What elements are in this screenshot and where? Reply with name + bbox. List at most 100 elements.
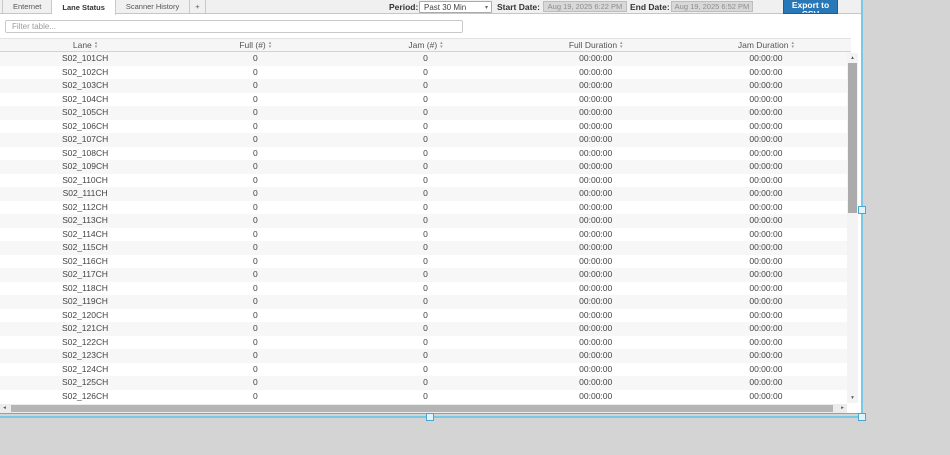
cell-jam-duration: 00:00:00 <box>681 79 851 93</box>
table-row[interactable]: S02_105CH0000:00:0000:00:00 <box>0 106 851 120</box>
cell-jam: 0 <box>340 309 510 323</box>
table-row[interactable]: S02_121CH0000:00:0000:00:00 <box>0 322 851 336</box>
table-row[interactable]: S02_124CH0000:00:0000:00:00 <box>0 363 851 377</box>
export-csv-button-line2: CSV <box>784 9 837 14</box>
table-row[interactable]: S02_119CH0000:00:0000:00:00 <box>0 295 851 309</box>
table-row[interactable]: S02_118CH0000:00:0000:00:00 <box>0 282 851 296</box>
cell-full-duration: 00:00:00 <box>511 187 681 201</box>
cell-lane: S02_124CH <box>0 363 170 377</box>
table-row[interactable]: S02_106CH0000:00:0000:00:00 <box>0 120 851 134</box>
cell-jam-duration: 00:00:00 <box>681 322 851 336</box>
cell-full-duration: 00:00:00 <box>511 376 681 390</box>
cell-full-duration: 00:00:00 <box>511 268 681 282</box>
table-row[interactable]: S02_111CH0000:00:0000:00:00 <box>0 187 851 201</box>
horizontal-scrollbar-thumb[interactable] <box>11 405 833 412</box>
cell-full: 0 <box>170 106 340 120</box>
cell-jam-duration: 00:00:00 <box>681 160 851 174</box>
cell-lane: S02_123CH <box>0 349 170 363</box>
cell-jam-duration: 00:00:00 <box>681 174 851 188</box>
table-row[interactable]: S02_103CH0000:00:0000:00:00 <box>0 79 851 93</box>
column-header-full-duration[interactable]: Full Duration▴▾ <box>511 39 681 51</box>
table-row[interactable]: S02_125CH0000:00:0000:00:00 <box>0 376 851 390</box>
cell-jam: 0 <box>340 282 510 296</box>
start-date-field[interactable]: Aug 19, 2025 6:22 PM <box>543 1 627 12</box>
cell-full-duration: 00:00:00 <box>511 309 681 323</box>
cell-jam-duration: 00:00:00 <box>681 52 851 66</box>
table-body: S02_101CH0000:00:0000:00:00S02_102CH0000… <box>0 52 851 403</box>
cell-jam-duration: 00:00:00 <box>681 376 851 390</box>
table-row[interactable]: S02_112CH0000:00:0000:00:00 <box>0 201 851 215</box>
export-csv-button[interactable]: Export to CSV <box>783 0 838 14</box>
resize-handle-right[interactable] <box>858 206 866 214</box>
table-row[interactable]: S02_123CH0000:00:0000:00:00 <box>0 349 851 363</box>
table-row[interactable]: S02_102CH0000:00:0000:00:00 <box>0 66 851 80</box>
sort-icon: ▴▾ <box>791 41 794 49</box>
scroll-left-arrow-icon[interactable]: ◂ <box>0 404 9 413</box>
cell-jam: 0 <box>340 187 510 201</box>
resize-handle-bottom[interactable] <box>426 413 434 421</box>
start-date-label: Start Date: <box>497 2 540 12</box>
column-header-full-[interactable]: Full (#)▴▾ <box>170 39 340 51</box>
tab-add[interactable]: + <box>190 0 205 13</box>
end-date-label: End Date: <box>630 2 670 12</box>
cell-jam: 0 <box>340 120 510 134</box>
table-row[interactable]: S02_126CH0000:00:0000:00:00 <box>0 390 851 404</box>
table-header: Lane▴▾Full (#)▴▾Jam (#)▴▾Full Duration▴▾… <box>0 38 851 52</box>
cell-lane: S02_113CH <box>0 214 170 228</box>
scroll-right-arrow-icon[interactable]: ▸ <box>838 404 847 413</box>
table-row[interactable]: S02_107CH0000:00:0000:00:00 <box>0 133 851 147</box>
vertical-scrollbar-thumb[interactable] <box>848 63 857 213</box>
horizontal-scrollbar[interactable]: ◂ ▸ <box>0 404 847 413</box>
cell-full: 0 <box>170 363 340 377</box>
tab-enternet[interactable]: Enternet <box>2 0 52 13</box>
table-row[interactable]: S02_109CH0000:00:0000:00:00 <box>0 160 851 174</box>
column-header-label: Full Duration <box>569 40 617 50</box>
cell-jam-duration: 00:00:00 <box>681 363 851 377</box>
cell-full: 0 <box>170 201 340 215</box>
vertical-scrollbar[interactable]: ▴ ▾ <box>847 53 858 403</box>
scroll-up-arrow-icon[interactable]: ▴ <box>847 53 858 63</box>
table-row[interactable]: S02_108CH0000:00:0000:00:00 <box>0 147 851 161</box>
cell-full: 0 <box>170 282 340 296</box>
table-row[interactable]: S02_104CH0000:00:0000:00:00 <box>0 93 851 107</box>
table-row[interactable]: S02_110CH0000:00:0000:00:00 <box>0 174 851 188</box>
cell-lane: S02_118CH <box>0 282 170 296</box>
cell-lane: S02_105CH <box>0 106 170 120</box>
cell-jam-duration: 00:00:00 <box>681 133 851 147</box>
table-row[interactable]: S02_122CH0000:00:0000:00:00 <box>0 336 851 350</box>
cell-full-duration: 00:00:00 <box>511 390 681 404</box>
resize-handle-corner[interactable] <box>858 413 866 421</box>
cell-lane: S02_115CH <box>0 241 170 255</box>
table-row[interactable]: S02_116CH0000:00:0000:00:00 <box>0 255 851 269</box>
cell-full-duration: 00:00:00 <box>511 174 681 188</box>
column-header-jam-duration[interactable]: Jam Duration▴▾ <box>681 39 851 51</box>
cell-full: 0 <box>170 147 340 161</box>
period-dropdown[interactable]: Past 30 Min ▾ <box>419 1 492 13</box>
table-row[interactable]: S02_117CH0000:00:0000:00:00 <box>0 268 851 282</box>
cell-jam-duration: 00:00:00 <box>681 187 851 201</box>
table-row[interactable]: S02_115CH0000:00:0000:00:00 <box>0 241 851 255</box>
end-date-field[interactable]: Aug 19, 2025 6:52 PM <box>671 1 753 12</box>
table-row[interactable]: S02_120CH0000:00:0000:00:00 <box>0 309 851 323</box>
column-header-lane[interactable]: Lane▴▾ <box>0 39 170 51</box>
column-header-jam-[interactable]: Jam (#)▴▾ <box>340 39 510 51</box>
cell-jam: 0 <box>340 255 510 269</box>
cell-jam-duration: 00:00:00 <box>681 147 851 161</box>
cell-jam-duration: 00:00:00 <box>681 336 851 350</box>
cell-full: 0 <box>170 174 340 188</box>
table-row[interactable]: S02_114CH0000:00:0000:00:00 <box>0 228 851 242</box>
column-header-label: Full (#) <box>239 40 265 50</box>
cell-full-duration: 00:00:00 <box>511 282 681 296</box>
tab-lane-status[interactable]: Lane Status <box>52 0 116 15</box>
cell-full: 0 <box>170 133 340 147</box>
cell-full: 0 <box>170 295 340 309</box>
cell-jam-duration: 00:00:00 <box>681 268 851 282</box>
cell-lane: S02_125CH <box>0 376 170 390</box>
tab-scanner-history[interactable]: Scanner History <box>116 0 190 13</box>
filter-table-input[interactable] <box>5 20 463 33</box>
scroll-down-arrow-icon[interactable]: ▾ <box>847 393 858 403</box>
table-row[interactable]: S02_113CH0000:00:0000:00:00 <box>0 214 851 228</box>
table-row[interactable]: S02_101CH0000:00:0000:00:00 <box>0 52 851 66</box>
cell-full-duration: 00:00:00 <box>511 255 681 269</box>
cell-full: 0 <box>170 93 340 107</box>
